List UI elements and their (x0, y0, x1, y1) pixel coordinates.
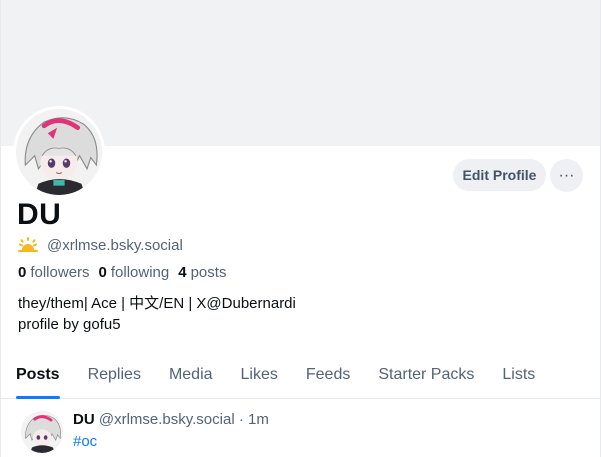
posts-label: posts (190, 264, 227, 281)
followers-link[interactable]: 0 followers (18, 264, 90, 281)
feed-post[interactable]: DU @xrlmse.bsky.social · 1m #oc (1, 399, 600, 457)
avatar-illustration (21, 411, 63, 453)
tab-likes[interactable]: Likes (227, 352, 292, 398)
post-hashtag[interactable]: #oc (73, 433, 97, 450)
followers-count: 0 (18, 264, 27, 281)
tab-media[interactable]: Media (155, 352, 227, 398)
post-author-avatar[interactable] (21, 411, 63, 453)
more-options-button[interactable]: ··· (550, 159, 583, 192)
followers-label: followers (30, 264, 90, 281)
posts-count: 4 (178, 264, 187, 281)
following-link[interactable]: 0 following (99, 264, 170, 281)
profile-avatar[interactable] (13, 106, 105, 198)
post-header: DU @xrlmse.bsky.social · 1m (73, 411, 269, 428)
profile-stats: 0 followers 0 following 4 posts (18, 264, 226, 281)
profile-handle-row: @xrlmse.bsky.social (17, 236, 183, 254)
avatar-illustration (16, 109, 102, 195)
profile-bio: they/them| Ace | 中文/EN | X@Dubernardi pr… (18, 293, 296, 335)
post-author-handle[interactable]: @xrlmse.bsky.social (99, 411, 235, 428)
tab-feeds[interactable]: Feeds (292, 352, 364, 398)
tab-lists[interactable]: Lists (488, 352, 549, 398)
following-label: following (110, 264, 170, 281)
following-count: 0 (98, 264, 107, 281)
post-separator: · (238, 411, 244, 428)
profile-page: Edit Profile ··· DU @xrlmse.bsky.social … (0, 0, 601, 457)
edit-profile-button[interactable]: Edit Profile (453, 159, 546, 191)
bio-line: they/them| Ace | 中文/EN | X@Dubernardi (18, 295, 296, 312)
post-author-name[interactable]: DU (73, 411, 95, 428)
profile-tabs: Posts Replies Media Likes Feeds Starter … (1, 352, 600, 399)
tab-posts[interactable]: Posts (2, 352, 74, 399)
profile-handle[interactable]: @xrlmse.bsky.social (47, 237, 183, 254)
tab-starter-packs[interactable]: Starter Packs (364, 352, 488, 398)
post-timestamp[interactable]: 1m (248, 411, 269, 428)
ellipsis-icon: ··· (558, 166, 575, 184)
profile-display-name: DU (17, 198, 62, 231)
sun-icon (17, 236, 39, 254)
bio-line: profile by gofu5 (18, 316, 121, 333)
tab-replies[interactable]: Replies (74, 352, 155, 398)
posts-stat: 4 posts (178, 264, 226, 281)
